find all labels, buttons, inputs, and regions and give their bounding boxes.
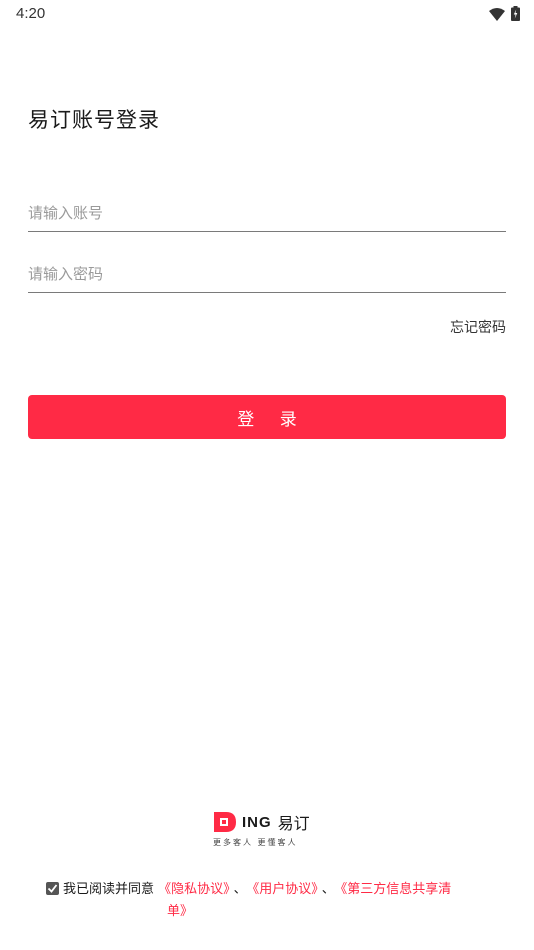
brand-logo-text: ING [242, 813, 272, 831]
wifi-icon [489, 6, 505, 25]
status-bar: 4:20 [0, 0, 534, 30]
login-button[interactable]: 登 录 [28, 395, 506, 439]
agreement-separator: 、 [233, 882, 247, 897]
agreement: 我已阅读并同意 《隐私协议》、《用户协议》、《第三方信息共享清 单》 [46, 879, 486, 923]
page-title: 易订账号登录 [28, 108, 160, 132]
ding-logo-icon [212, 810, 238, 834]
brand-logo: ING 易订 更多客人 更懂客人 [212, 810, 332, 854]
agreement-prefix: 我已阅读并同意 [63, 882, 155, 897]
agree-checkbox[interactable] [46, 882, 59, 895]
forgot-password-link[interactable]: 忘记密码 [450, 317, 506, 337]
account-field [28, 195, 506, 232]
user-agreement-link[interactable]: 《用户协议》 [253, 882, 318, 897]
third-party-sharing-link[interactable]: 《第三方信息共享清 [341, 882, 452, 897]
password-field [28, 256, 506, 293]
status-icons [489, 6, 520, 25]
third-party-sharing-link-end[interactable]: 单》 [167, 904, 193, 919]
status-time: 4:20 [16, 5, 46, 22]
privacy-agreement-link[interactable]: 《隐私协议》 [158, 882, 230, 897]
battery-icon [511, 6, 520, 25]
brand-slogan: 更多客人 更懂客人 [213, 838, 298, 847]
password-input[interactable] [28, 256, 506, 292]
account-input[interactable] [28, 195, 506, 231]
agreement-separator: 、 [321, 882, 335, 897]
brand-name: 易订 [277, 814, 310, 833]
